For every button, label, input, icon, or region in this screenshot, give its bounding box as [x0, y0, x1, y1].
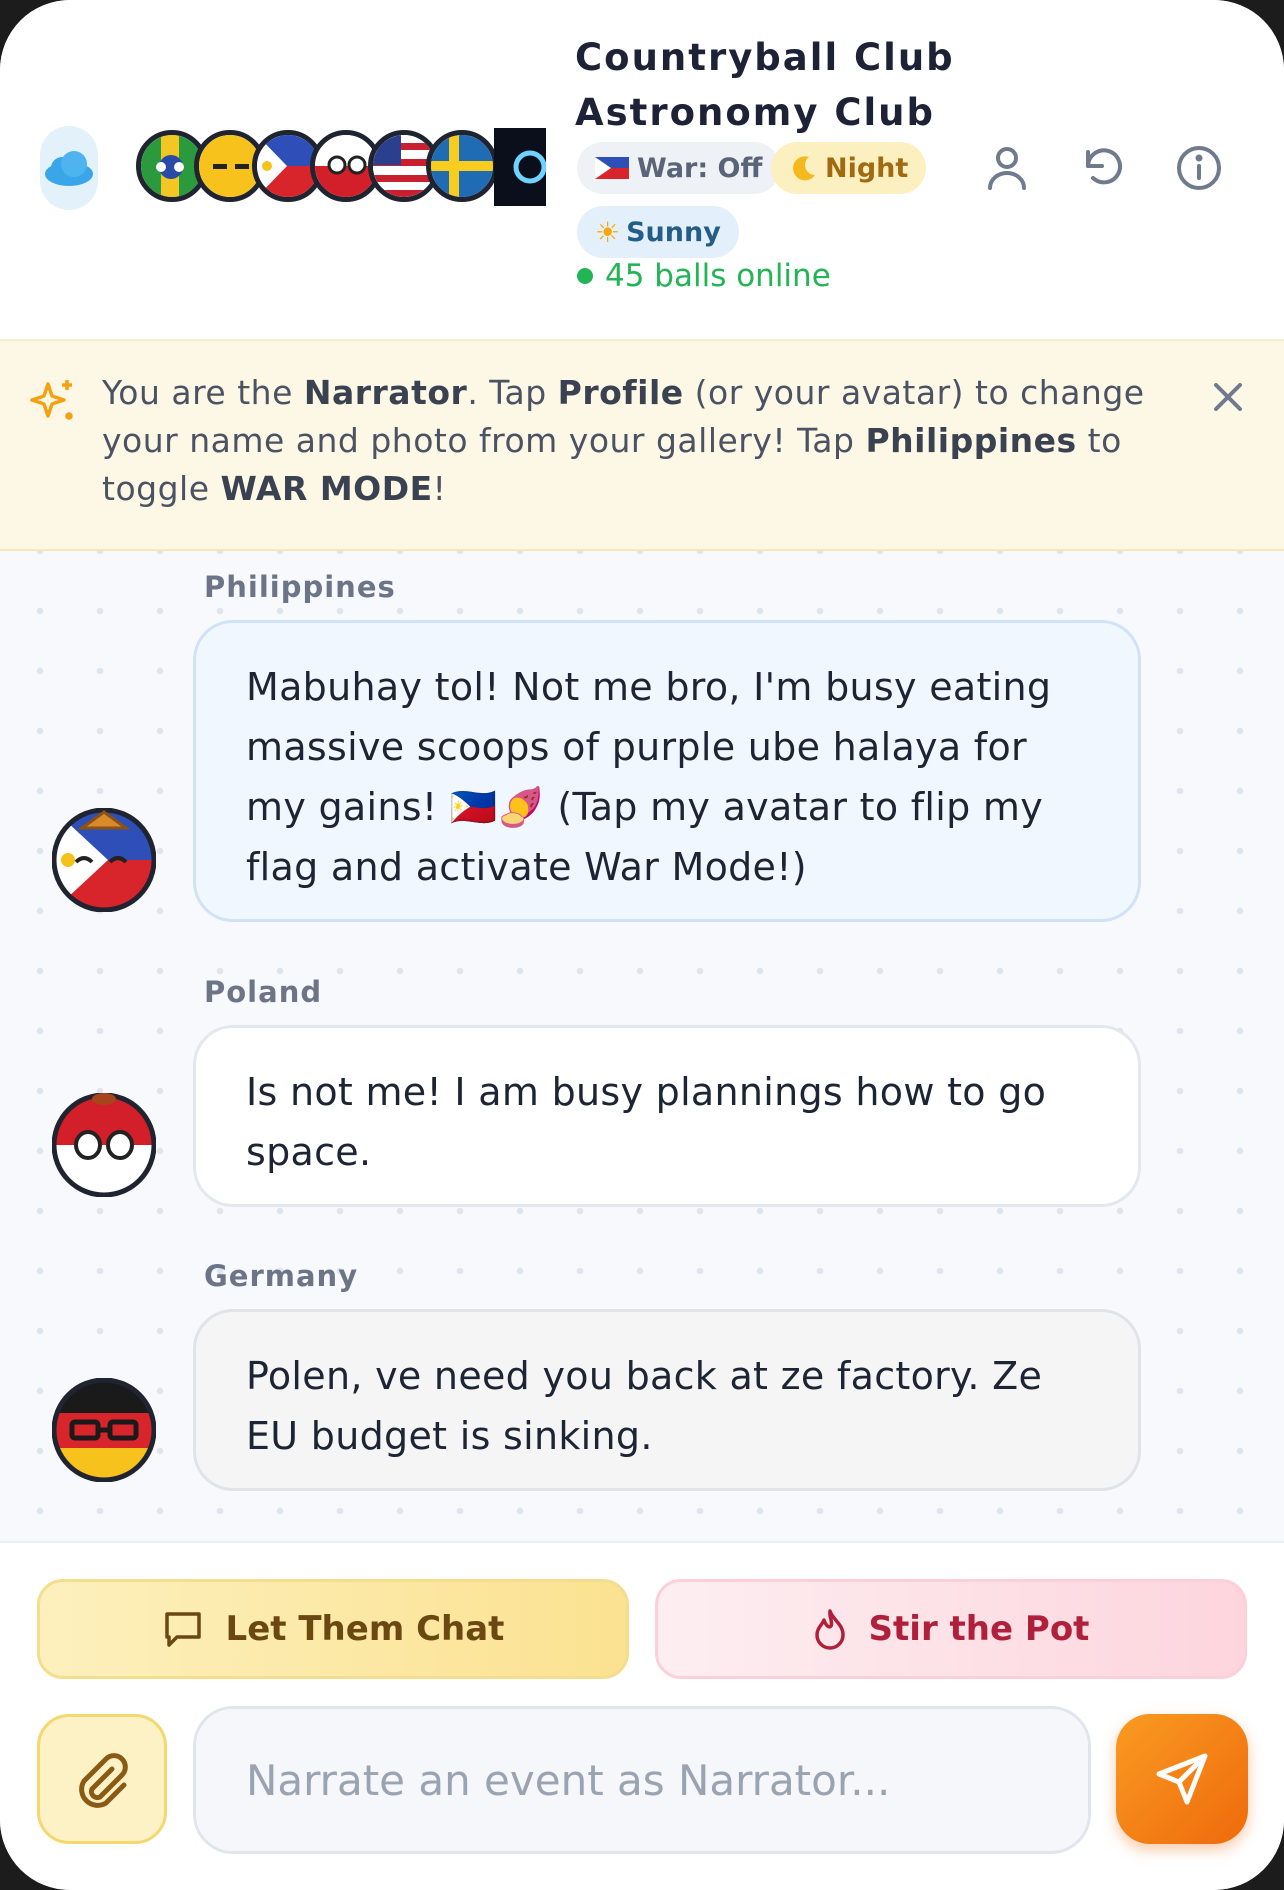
online-count: 45 balls online: [605, 258, 831, 294]
let-them-chat-label: Let Them Chat: [225, 1609, 505, 1649]
message-sender: Philippines: [204, 570, 396, 604]
philippines-avatar[interactable]: [52, 808, 156, 912]
poland-avatar[interactable]: [52, 1093, 156, 1197]
war-mode-chip[interactable]: War: Off: [577, 142, 781, 194]
avatar-sweden[interactable]: [426, 130, 498, 202]
title-line-1: Countryball Club: [575, 36, 955, 79]
app-screen: Countryball Club Astronomy Club War: Off…: [0, 0, 1284, 1890]
stir-the-pot-label: Stir the Pot: [868, 1609, 1090, 1649]
weather-chip[interactable]: ☀ Sunny: [577, 206, 739, 258]
weather-toggle-button[interactable]: [40, 126, 98, 210]
sun-icon: ☀: [595, 215, 621, 249]
send-icon: [1156, 1753, 1208, 1805]
online-dot-icon: [577, 268, 593, 284]
let-them-chat-button[interactable]: Let Them Chat: [37, 1579, 629, 1679]
cloud-icon: [45, 151, 93, 186]
night-chip[interactable]: Night: [771, 142, 927, 194]
send-button[interactable]: [1116, 1714, 1248, 1844]
close-banner-icon[interactable]: [1208, 377, 1248, 417]
stir-the-pot-button[interactable]: Stir the Pot: [655, 1579, 1247, 1679]
war-chip-label: War: Off: [637, 152, 763, 184]
participant-avatars[interactable]: [136, 128, 546, 206]
weather-chip-label: Sunny: [626, 216, 721, 248]
header: Countryball Club Astronomy Club War: Off…: [0, 0, 1284, 341]
sparkles-icon: [30, 380, 73, 420]
chat-title: Countryball Club Astronomy Club: [575, 30, 995, 140]
message-square-icon: [164, 1612, 201, 1647]
philippines-flag-icon: [595, 157, 629, 179]
online-status: 45 balls online: [577, 258, 831, 294]
message-bubble: Polen, ve need you back at ze factory. Z…: [193, 1309, 1141, 1491]
paperclip-icon: [79, 1753, 128, 1808]
message-sender: Germany: [204, 1259, 359, 1293]
reset-button[interactable]: [1076, 140, 1132, 196]
flame-icon: [814, 1609, 845, 1650]
message-bubble: Mabuhay tol! Not me bro, I'm busy eating…: [193, 620, 1141, 922]
avatar-space-ball[interactable]: [494, 128, 546, 206]
profile-button[interactable]: [979, 140, 1035, 196]
moon-icon: [793, 156, 815, 181]
user-icon: [988, 147, 1026, 190]
narrate-input[interactable]: [193, 1706, 1091, 1854]
info-icon: [1177, 146, 1221, 190]
refresh-icon: [1086, 148, 1122, 185]
message-bubble: Is not me! I am busy plannings how to go…: [193, 1025, 1141, 1207]
germany-avatar[interactable]: [52, 1378, 156, 1482]
banner-text: You are the Narrator. Tap Profile (or yo…: [102, 373, 1145, 508]
attach-button[interactable]: [37, 1714, 167, 1844]
title-line-2: Astronomy Club: [575, 91, 935, 134]
message-sender: Poland: [204, 975, 323, 1009]
info-button[interactable]: [1171, 140, 1227, 196]
night-chip-label: Night: [825, 152, 909, 184]
